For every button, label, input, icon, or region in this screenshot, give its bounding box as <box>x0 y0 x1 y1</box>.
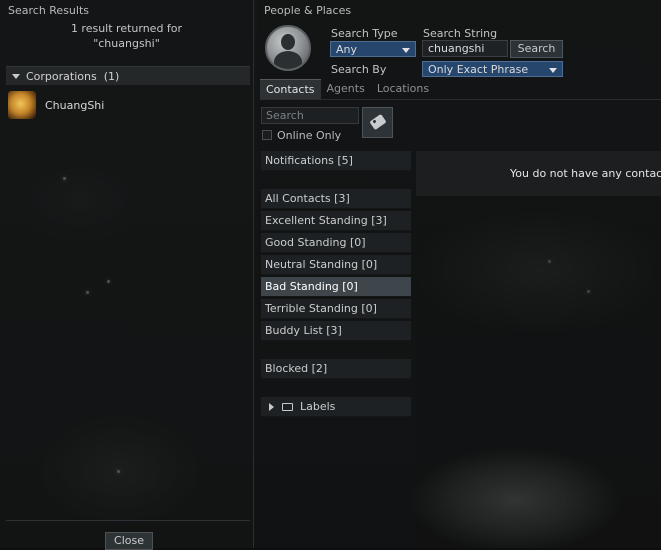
dragon-emblem-icon <box>8 91 36 119</box>
search-results-title: Search Results <box>8 4 90 17</box>
tab-contacts[interactable]: Contacts <box>260 79 321 100</box>
result-message-line2: "chuangshi" <box>93 37 160 50</box>
chevron-down-icon <box>549 68 557 73</box>
contacts-search-input[interactable]: Search <box>261 107 359 124</box>
portrait-shoulders <box>274 51 302 69</box>
tab-locations[interactable]: Locations <box>371 79 435 99</box>
labels-text: Labels <box>300 400 336 413</box>
contacts-panel-header: You do not have any contacts <box>416 151 661 196</box>
corporations-group-header[interactable]: Corporations (1) <box>6 66 250 85</box>
result-message: 1 result returned for "chuangshi" <box>0 21 253 51</box>
group-item-buddy-list[interactable]: Buddy List [3] <box>261 321 411 341</box>
portrait-head <box>281 34 295 50</box>
tab-agents[interactable]: Agents <box>321 79 371 99</box>
search-string-label: Search String <box>423 27 498 40</box>
search-by-value: Only Exact Phrase <box>428 63 529 76</box>
group-item-good-standing[interactable]: Good Standing [0] <box>261 233 411 253</box>
collapse-arrow-icon[interactable] <box>12 73 20 79</box>
empty-contacts-message: You do not have any contacts <box>510 167 661 180</box>
people-places-title: People & Places <box>264 4 352 17</box>
group-item-all-contacts[interactable]: All Contacts [3] <box>261 189 411 209</box>
online-only-label: Online Only <box>277 129 342 142</box>
group-item-neutral-standing[interactable]: Neutral Standing [0] <box>261 255 411 275</box>
result-message-line1: 1 result returned for <box>70 22 183 35</box>
corporations-group-label: Corporations <box>26 69 97 83</box>
tab-divider <box>260 99 661 100</box>
search-type-dropdown[interactable]: Any <box>330 41 416 57</box>
label-button[interactable] <box>362 107 393 138</box>
blocked-item[interactable]: Blocked [2] <box>261 359 411 379</box>
chevron-down-icon <box>402 48 410 53</box>
group-item-bad-standing[interactable]: Bad Standing [0] <box>261 277 411 297</box>
close-button[interactable]: Close <box>105 532 153 550</box>
search-button[interactable]: Search <box>510 40 563 58</box>
tag-icon <box>369 113 387 131</box>
group-item-terrible-standing[interactable]: Terrible Standing [0] <box>261 299 411 319</box>
contacts-panel: You do not have any contacts <box>416 151 661 548</box>
notifications-item[interactable]: Notifications [5] <box>261 151 411 171</box>
search-by-dropdown[interactable]: Only Exact Phrase <box>422 61 563 77</box>
tab-bar: Contacts Agents Locations <box>260 79 435 100</box>
search-string-input[interactable]: chuangshi <box>422 40 508 57</box>
people-and-places-window: People & Places Search Type Any Search S… <box>257 0 661 548</box>
online-only-checkbox[interactable] <box>262 130 272 140</box>
result-item-chuangshi[interactable]: ChuangShi <box>8 91 104 119</box>
label-icon <box>282 403 293 411</box>
person-silhouette-icon <box>265 25 311 71</box>
result-item-name: ChuangShi <box>45 98 105 112</box>
search-by-label: Search By <box>331 63 387 76</box>
expand-arrow-icon <box>269 403 274 411</box>
search-type-value: Any <box>336 43 358 56</box>
group-item-excellent-standing[interactable]: Excellent Standing [3] <box>261 211 411 231</box>
search-type-label: Search Type <box>331 27 398 40</box>
labels-item[interactable]: Labels <box>261 397 411 417</box>
corporations-group-count: (1) <box>103 69 120 83</box>
search-results-window: Search Results 1 result returned for "ch… <box>0 0 254 550</box>
divider <box>6 520 250 521</box>
